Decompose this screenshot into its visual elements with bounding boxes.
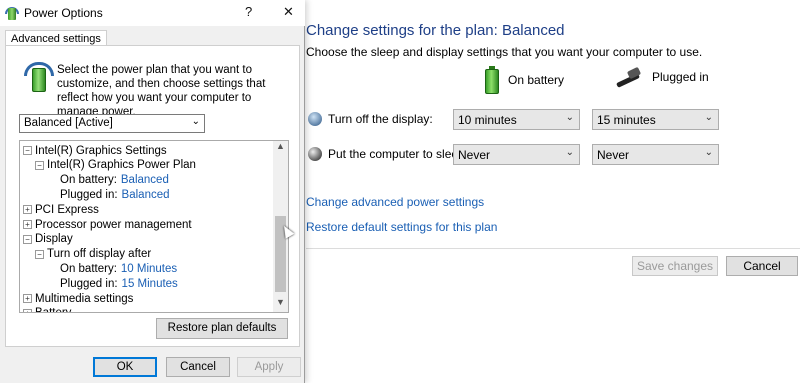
display-label: Turn off the display: — [328, 112, 433, 126]
collapse-icon[interactable]: − — [23, 234, 32, 244]
bg-cancel-button[interactable]: Cancel — [726, 256, 798, 276]
tree-row-label: On battery: — [60, 174, 117, 187]
column-label-battery: On battery — [508, 73, 565, 87]
chevron-down-icon: ⌄ — [191, 116, 200, 127]
help-button[interactable]: ? — [245, 4, 252, 19]
tree-row-label: On battery: — [60, 262, 117, 275]
plan-select-value: Balanced [Active] — [24, 117, 113, 129]
column-label-plugged: Plugged in — [652, 70, 709, 84]
expand-icon[interactable]: + — [23, 308, 32, 312]
sleep-label: Put the computer to sleep: — [328, 147, 469, 161]
sleep-plugged-value: Never — [597, 148, 630, 162]
plan-select[interactable]: Balanced [Active] ⌄ — [19, 114, 205, 133]
sleep-battery-value: Never — [458, 148, 491, 162]
tree-row-label: Processor power management — [35, 218, 192, 231]
page-title: Change settings for the plan: Balanced — [306, 22, 565, 39]
chevron-down-icon: ⌄ — [704, 147, 713, 158]
tree-row-label: PCI Express — [35, 203, 99, 216]
tree-row[interactable]: − Turn off display after — [35, 247, 151, 262]
tree-row-label: Turn off display after — [47, 248, 152, 261]
tree-row[interactable]: Plugged in: 15 Minutes — [60, 276, 178, 291]
scroll-up-icon[interactable]: ▲ — [276, 141, 285, 151]
power-plan-icon — [24, 60, 54, 94]
tree-row[interactable]: − Intel(R) Graphics Power Plan — [35, 158, 196, 173]
tree-row-label: Plugged in: — [60, 188, 118, 201]
intro-text: Select the power plan that you want to c… — [57, 64, 266, 118]
display-icon — [308, 112, 322, 126]
expand-icon[interactable]: + — [23, 205, 32, 215]
sleep-icon — [308, 147, 322, 161]
chevron-down-icon: ⌄ — [565, 112, 574, 123]
cancel-button[interactable]: Cancel — [166, 357, 230, 377]
collapse-icon[interactable]: − — [35, 249, 44, 259]
sleep-row-label: Put the computer to sleep: — [308, 147, 468, 161]
column-header-plugged: Plugged in — [614, 66, 709, 88]
tree-row-label: Intel(R) Graphics Settings — [35, 144, 167, 157]
tab-strip: Advanced settings — [0, 26, 305, 48]
display-battery-value: 10 minutes — [458, 113, 517, 127]
tree-row[interactable]: On battery: Balanced — [60, 173, 169, 188]
expand-icon[interactable]: + — [23, 294, 32, 303]
save-changes-button[interactable]: Save changes — [632, 256, 718, 276]
sleep-plugged-dropdown[interactable]: Never ⌄ — [592, 144, 719, 165]
power-options-dialog: Power Options ? ✕ Advanced settings Sele… — [0, 0, 305, 383]
tree-row[interactable]: + Processor power management — [23, 217, 192, 232]
battery-icon — [484, 66, 500, 94]
tree-row[interactable]: + Multimedia settings — [23, 291, 133, 306]
tree-row-label: Battery — [35, 307, 71, 312]
display-row-label: Turn off the display: — [308, 112, 433, 126]
ok-button[interactable]: OK — [93, 357, 157, 377]
tree-row-label: Display — [35, 233, 73, 246]
column-header-battery: On battery — [484, 66, 564, 94]
settings-tree[interactable]: +Battery+Multimedia settingsPlugged in:1… — [19, 140, 289, 313]
tree-row-label: Plugged in: — [60, 277, 118, 290]
tree-row-value-link[interactable]: 15 Minutes — [122, 278, 178, 290]
tree-row[interactable]: − Intel(R) Graphics Settings — [23, 143, 167, 158]
tree-row[interactable]: − Display — [23, 232, 73, 247]
tree-row-value-link[interactable]: 10 Minutes — [121, 263, 177, 275]
collapse-icon[interactable]: − — [35, 160, 44, 170]
advanced-settings-panel: Select the power plan that you want to c… — [5, 45, 300, 347]
tree-row-label: Intel(R) Graphics Power Plan — [47, 159, 196, 172]
display-plugged-dropdown[interactable]: 15 minutes ⌄ — [592, 109, 719, 130]
chevron-down-icon: ⌄ — [565, 147, 574, 158]
display-plugged-value: 15 minutes — [597, 113, 656, 127]
dialog-title: Power Options — [24, 6, 103, 20]
tree-row[interactable]: +Battery — [23, 306, 71, 312]
collapse-icon[interactable]: − — [23, 146, 32, 155]
chevron-down-icon: ⌄ — [704, 112, 713, 123]
title-bar[interactable]: Power Options ? ✕ — [0, 0, 305, 26]
display-battery-dropdown[interactable]: 10 minutes ⌄ — [453, 109, 580, 130]
page-subtitle: Choose the sleep and display settings th… — [306, 45, 703, 59]
power-options-icon — [5, 5, 19, 21]
apply-button[interactable]: Apply — [237, 357, 301, 377]
tree-row-label: Multimedia settings — [35, 292, 134, 305]
tree-row-value-link[interactable]: Balanced — [122, 189, 170, 201]
restore-defaults-link[interactable]: Restore default settings for this plan — [306, 220, 497, 234]
tree-row[interactable]: + PCI Express — [23, 202, 99, 217]
plug-icon — [614, 66, 644, 88]
tree-row[interactable]: On battery: 10 Minutes — [60, 261, 177, 276]
tree-row-value-link[interactable]: Balanced — [121, 174, 169, 186]
tree-row[interactable]: Plugged in: Balanced — [60, 187, 170, 202]
close-icon[interactable]: ✕ — [283, 4, 294, 20]
restore-plan-defaults-button[interactable]: Restore plan defaults — [156, 318, 288, 339]
expand-icon[interactable]: + — [23, 220, 32, 229]
change-advanced-link[interactable]: Change advanced power settings — [306, 195, 484, 209]
divider — [306, 248, 800, 249]
sleep-battery-dropdown[interactable]: Never ⌄ — [453, 144, 580, 165]
scroll-down-icon[interactable]: ▼ — [276, 297, 285, 307]
